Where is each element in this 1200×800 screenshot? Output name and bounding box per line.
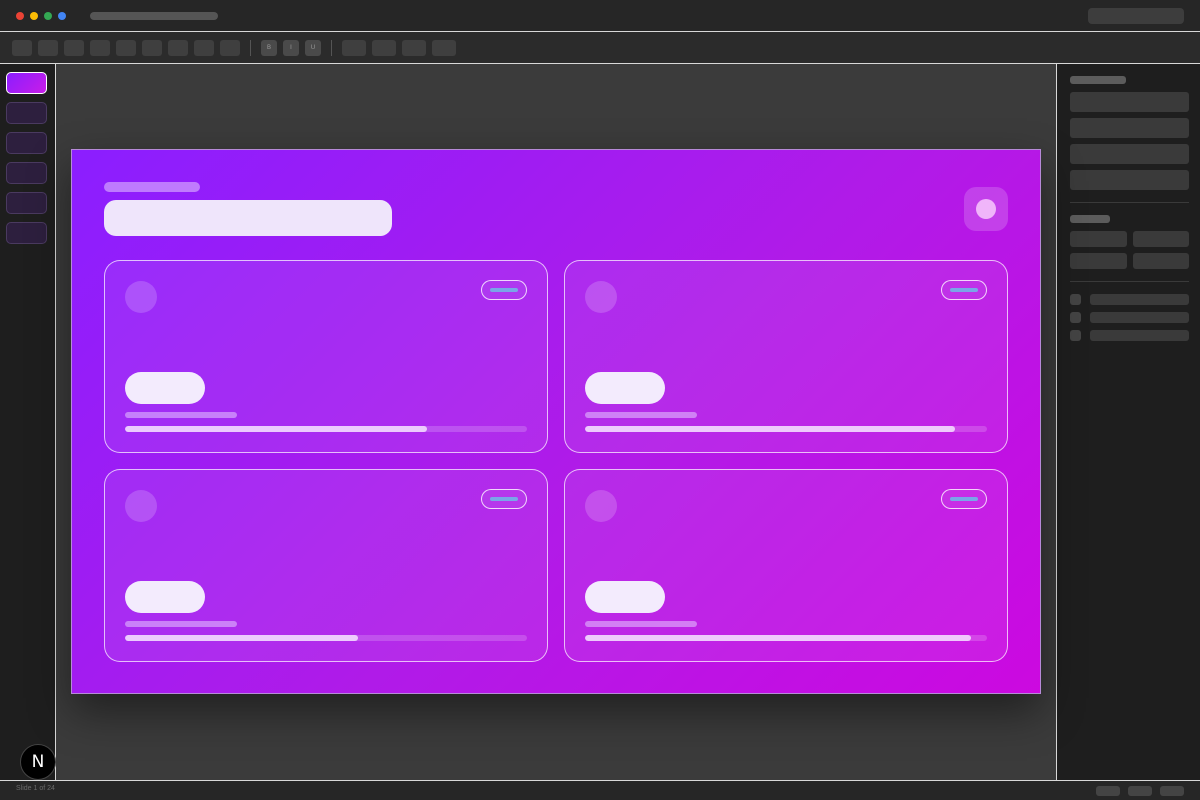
minimize-window-dot[interactable]: [30, 12, 38, 20]
toolbar-button-7[interactable]: [168, 40, 188, 56]
slide-thumbnail-6[interactable]: [6, 222, 47, 244]
slide-thumbnail-5[interactable]: [6, 192, 47, 214]
option-label-2: [1090, 312, 1189, 323]
card-value-placeholder: [585, 372, 665, 404]
progress-fill: [125, 426, 427, 432]
option-checkbox-1[interactable]: [1070, 294, 1081, 305]
status-button-2[interactable]: [1128, 786, 1152, 796]
close-window-dot[interactable]: [16, 12, 24, 20]
card-label-placeholder: [585, 412, 697, 418]
share-button[interactable]: [1088, 8, 1184, 24]
status-badge: [481, 280, 527, 300]
section-heading: [1070, 215, 1110, 223]
option-checkbox-3[interactable]: [1070, 330, 1081, 341]
progress-track: [585, 635, 987, 641]
bold-button[interactable]: B: [261, 40, 277, 56]
toolbar-button-9[interactable]: [220, 40, 240, 56]
toolbar-button-1[interactable]: [12, 40, 32, 56]
progress-track: [585, 426, 987, 432]
metric-card-4[interactable]: [564, 469, 1008, 662]
property-cell-4[interactable]: [1133, 253, 1189, 269]
title-bar: [0, 0, 1200, 32]
toolbar-button-10[interactable]: [342, 40, 366, 56]
property-field-4[interactable]: [1070, 170, 1189, 190]
toolbar-separator: [250, 40, 251, 56]
card-icon: [125, 490, 157, 522]
property-field-2[interactable]: [1070, 118, 1189, 138]
card-icon: [585, 281, 617, 313]
toolbar-button-4[interactable]: [90, 40, 110, 56]
card-icon: [125, 281, 157, 313]
badge-placeholder: [950, 288, 978, 292]
slide-eyebrow-placeholder: [104, 182, 200, 192]
properties-panel: [1056, 64, 1200, 780]
toolbar-button-6[interactable]: [142, 40, 162, 56]
status-badge: [941, 280, 987, 300]
toolbar-button-5[interactable]: [116, 40, 136, 56]
toolbar-button-3[interactable]: [64, 40, 84, 56]
circle-icon: [976, 199, 996, 219]
n-logo-icon[interactable]: N: [20, 744, 56, 780]
metric-card-2[interactable]: [564, 260, 1008, 453]
toolbar-button-12[interactable]: [402, 40, 426, 56]
progress-fill: [585, 426, 955, 432]
option-label-3: [1090, 330, 1189, 341]
metric-card-3[interactable]: [104, 469, 548, 662]
property-cell-3[interactable]: [1070, 253, 1127, 269]
badge-placeholder: [490, 497, 518, 501]
card-icon: [585, 490, 617, 522]
toolbar-button-11[interactable]: [372, 40, 396, 56]
underline-button[interactable]: U: [305, 40, 321, 56]
progress-fill: [585, 635, 971, 641]
status-button-3[interactable]: [1160, 786, 1184, 796]
card-label-placeholder: [125, 621, 237, 627]
italic-button[interactable]: I: [283, 40, 299, 56]
slide-thumbnail-3[interactable]: [6, 132, 47, 154]
progress-track: [125, 426, 527, 432]
card-label-placeholder: [585, 621, 697, 627]
option-checkbox-2[interactable]: [1070, 312, 1081, 323]
slide-logo-icon: [964, 187, 1008, 231]
slide-thumbnail-1[interactable]: [6, 72, 47, 94]
slide-canvas[interactable]: [71, 149, 1041, 694]
property-cell-2[interactable]: [1133, 231, 1189, 247]
progress-fill: [125, 635, 359, 641]
panel-divider: [1070, 281, 1189, 282]
card-value-placeholder: [125, 581, 205, 613]
status-button-1[interactable]: [1096, 786, 1120, 796]
option-label-1: [1090, 294, 1189, 305]
toolbar: B I U: [0, 32, 1200, 64]
toolbar-button-2[interactable]: [38, 40, 58, 56]
slide-thumbnail-2[interactable]: [6, 102, 47, 124]
progress-track: [125, 635, 527, 641]
card-value-placeholder: [585, 581, 665, 613]
property-cell-1[interactable]: [1070, 231, 1127, 247]
slide-thumbnail-4[interactable]: [6, 162, 47, 184]
zoom-window-dot[interactable]: [44, 12, 52, 20]
document-title-placeholder: [90, 12, 218, 20]
badge-placeholder: [950, 497, 978, 501]
metric-card-1[interactable]: [104, 260, 548, 453]
card-label-placeholder: [125, 412, 237, 418]
property-field-3[interactable]: [1070, 144, 1189, 164]
slide-thumbnail-panel: [0, 64, 56, 780]
status-badge: [941, 489, 987, 509]
property-field-1[interactable]: [1070, 92, 1189, 112]
extra-window-dot[interactable]: [58, 12, 66, 20]
panel-divider: [1070, 202, 1189, 203]
toolbar-button-8[interactable]: [194, 40, 214, 56]
properties-heading: [1070, 76, 1126, 84]
status-bar: Slide 1 of 24: [0, 780, 1200, 800]
toolbar-button-13[interactable]: [432, 40, 456, 56]
badge-placeholder: [490, 288, 518, 292]
card-value-placeholder: [125, 372, 205, 404]
slide-indicator: Slide 1 of 24: [16, 785, 55, 792]
slide-title-placeholder[interactable]: [104, 200, 392, 236]
toolbar-separator: [331, 40, 332, 56]
status-badge: [481, 489, 527, 509]
